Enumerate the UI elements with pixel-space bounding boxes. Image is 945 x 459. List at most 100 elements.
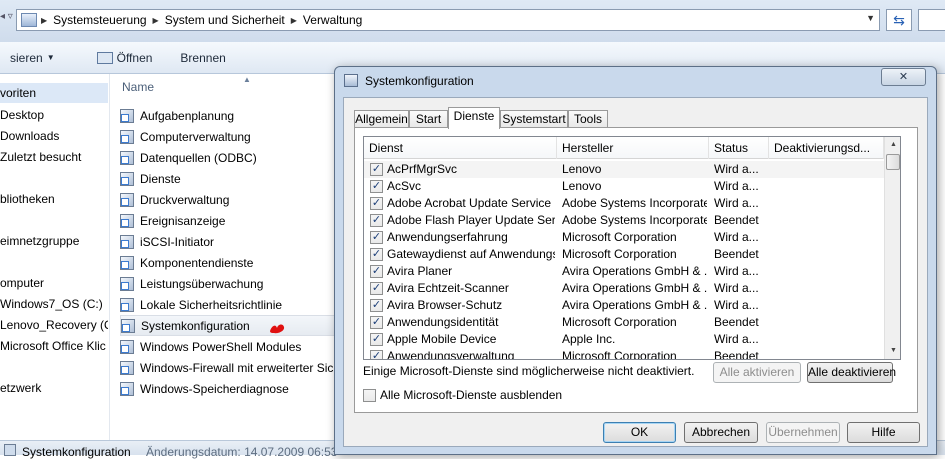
service-checkbox[interactable]: ✓ [370, 231, 383, 244]
ok-button[interactable]: OK [603, 422, 676, 443]
tab-allgemein[interactable]: Allgemein [354, 110, 409, 128]
breadcrumb-verwaltung[interactable]: Verwaltung [297, 13, 368, 27]
service-checkbox[interactable]: ✓ [370, 333, 383, 346]
service-name: Anwendungsverwaltung [387, 349, 515, 360]
column-header-hersteller[interactable]: Hersteller [557, 137, 709, 159]
column-header-name[interactable]: Name [122, 80, 154, 94]
tab-tools[interactable]: Tools [568, 110, 608, 128]
file-name: Systemkonfiguration [141, 318, 250, 333]
nav-office[interactable]: Microsoft Office Klic [0, 336, 108, 356]
refresh-icon: ⇆ [893, 12, 905, 28]
nav-desktop[interactable]: Desktop [0, 105, 108, 125]
table-row[interactable]: ✓ Adobe Flash Player Update Service Adob… [364, 212, 884, 229]
vertical-scrollbar[interactable]: ▲ ▼ [884, 137, 900, 359]
address-field[interactable]: ▶ Systemsteuerung ▶ System und Sicherhei… [16, 9, 880, 31]
scrollbar-thumb[interactable] [886, 154, 900, 170]
shortcut-icon [120, 150, 134, 165]
table-row[interactable]: ✓ Anwendungserfahrung Microsoft Corporat… [364, 229, 884, 246]
table-row[interactable]: ✓ Anwendungsidentität Microsoft Corporat… [364, 314, 884, 331]
nav-libraries[interactable]: bliotheken [0, 189, 108, 209]
shortcut-icon [120, 129, 134, 144]
burn-label: Brennen [180, 50, 226, 65]
service-checkbox[interactable]: ✓ [370, 265, 383, 278]
service-vendor: Microsoft Corporation [562, 315, 677, 329]
service-name: Avira Planer [387, 264, 453, 278]
back-forward-icon[interactable]: ◂ ▿ [0, 11, 13, 22]
status-modified-date: Änderungsdatum: 14.07.2009 06:53 [146, 445, 338, 459]
close-button[interactable]: ✕ [881, 68, 926, 86]
service-status: Beendet [714, 213, 759, 227]
service-checkbox[interactable]: ✓ [370, 316, 383, 329]
search-input[interactable] [918, 9, 945, 31]
disable-all-button[interactable]: Alle deaktivieren [807, 362, 896, 383]
refresh-button[interactable]: ⇆ [886, 9, 912, 31]
tab-start[interactable]: Start [409, 110, 448, 128]
open-icon [96, 51, 113, 64]
scroll-down-icon[interactable]: ▼ [885, 343, 900, 359]
table-row[interactable]: ✓ AcSvc Lenovo Wird a... [364, 178, 884, 195]
file-name: Windows PowerShell Modules [140, 339, 302, 354]
column-header-status[interactable]: Status [709, 137, 769, 159]
service-status: Beendet [714, 349, 759, 360]
apply-button[interactable]: Übernehmen [766, 422, 840, 443]
file-name: Lokale Sicherheitsrichtlinie [140, 297, 283, 312]
table-row[interactable]: ✓ Gatewaydienst auf Anwendungs... Micros… [364, 246, 884, 263]
service-name: Anwendungsidentität [387, 315, 499, 329]
service-vendor: Adobe Systems Incorporated [562, 196, 707, 210]
enable-all-button[interactable]: Alle aktivieren [713, 362, 801, 383]
breadcrumb-systemsteuerung[interactable]: Systemsteuerung [47, 13, 152, 27]
burn-button[interactable]: Brennen [170, 51, 235, 65]
file-name: Datenquellen (ODBC) [140, 150, 257, 165]
file-list: ▲ Name Aufgabenplanung Computerverwaltun… [112, 74, 450, 440]
cancel-button[interactable]: Abbrechen [684, 422, 758, 443]
chevron-down-icon[interactable]: ▼ [866, 13, 875, 23]
msconfig-icon [344, 74, 358, 87]
nav-network[interactable]: etzwerk [0, 378, 108, 398]
service-checkbox[interactable]: ✓ [370, 282, 383, 295]
help-button[interactable]: Hilfe [847, 422, 920, 443]
nav-drive-q[interactable]: Lenovo_Recovery (Q [0, 315, 108, 335]
service-vendor: Avira Operations GmbH & ... [562, 264, 707, 278]
nav-recent[interactable]: Zuletzt besucht [0, 147, 108, 167]
tab-dienste[interactable]: Dienste [448, 107, 500, 129]
open-label: Öffnen [116, 50, 153, 65]
table-row[interactable]: ✓ Avira Echtzeit-Scanner Avira Operation… [364, 280, 884, 297]
nav-computer[interactable]: omputer [0, 273, 108, 293]
table-row[interactable]: ✓ Apple Mobile Device Apple Inc. Wird a.… [364, 331, 884, 348]
nav-drive-c[interactable]: Windows7_OS (C:) [0, 294, 108, 314]
table-row[interactable]: ✓ Anwendungsverwaltung Microsoft Corpora… [364, 348, 884, 360]
nav-homegroup[interactable]: eimnetzgruppe [0, 231, 108, 251]
organize-button[interactable]: sieren ▼ [0, 51, 65, 65]
services-list[interactable]: Dienst Hersteller Status Deaktivierungsd… [363, 136, 901, 360]
open-button[interactable]: Öffnen [87, 51, 163, 65]
table-row[interactable]: ✓ Adobe Acrobat Update Service Adobe Sys… [364, 195, 884, 212]
hide-microsoft-services-label: Alle Microsoft-Dienste ausblenden [380, 388, 563, 402]
column-header-deaktivierungsdatum[interactable]: Deaktivierungsd... [769, 137, 884, 159]
service-vendor: Microsoft Corporation [562, 230, 677, 244]
nav-downloads[interactable]: Downloads [0, 126, 108, 146]
control-panel-icon [21, 13, 37, 27]
table-row[interactable]: ✓ Avira Planer Avira Operations GmbH & .… [364, 263, 884, 280]
sort-ascending-icon: ▲ [243, 75, 251, 84]
service-name: Apple Mobile Device [387, 332, 497, 346]
hide-microsoft-services-checkbox[interactable]: Alle Microsoft-Dienste ausblenden [363, 388, 562, 402]
service-checkbox[interactable]: ✓ [370, 350, 383, 359]
service-checkbox[interactable]: ✓ [370, 180, 383, 193]
file-name: Computerverwaltung [140, 129, 251, 144]
table-row[interactable]: ✓ Avira Browser-Schutz Avira Operations … [364, 297, 884, 314]
table-row[interactable]: ✓ AcPrfMgrSvc Lenovo Wird a... [364, 161, 884, 178]
chevron-down-icon: ▼ [46, 53, 55, 62]
service-checkbox[interactable]: ✓ [370, 214, 383, 227]
breadcrumb-system-sicherheit[interactable]: System und Sicherheit [159, 13, 291, 27]
service-checkbox[interactable]: ✓ [370, 299, 383, 312]
tab-systemstart[interactable]: Systemstart [500, 110, 568, 128]
scroll-up-icon[interactable]: ▲ [885, 137, 900, 153]
nav-favorites[interactable]: voriten [0, 83, 108, 103]
column-header-dienst[interactable]: Dienst [364, 137, 557, 159]
service-checkbox[interactable]: ✓ [370, 248, 383, 261]
service-checkbox[interactable]: ✓ [370, 197, 383, 210]
service-vendor: Apple Inc. [562, 332, 616, 346]
service-checkbox[interactable]: ✓ [370, 163, 383, 176]
checkbox-box[interactable] [363, 388, 376, 402]
service-name: AcPrfMgrSvc [387, 162, 458, 176]
